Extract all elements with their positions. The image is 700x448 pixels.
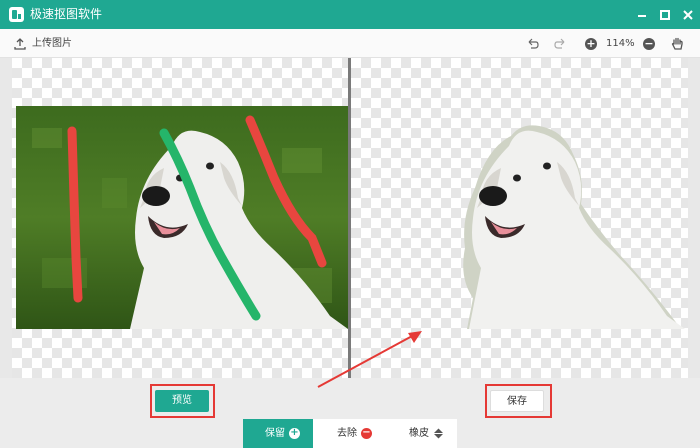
zoom-in-button[interactable]: +: [585, 38, 597, 50]
brush-mode-bar: 保留 + 去除 − 橡皮: [243, 419, 457, 448]
mode-eraser-button[interactable]: 橡皮: [385, 419, 457, 448]
plus-icon: +: [586, 37, 596, 50]
upload-label: 上传图片: [32, 38, 72, 49]
mode-keep-label: 保留: [265, 428, 285, 439]
minimize-button[interactable]: [632, 5, 652, 25]
original-image[interactable]: [12, 58, 349, 378]
undo-icon[interactable]: [526, 38, 539, 50]
close-button[interactable]: [678, 5, 698, 25]
upload-button[interactable]: 上传图片: [10, 29, 80, 58]
mode-keep-button[interactable]: 保留 +: [243, 419, 313, 448]
upload-icon: [14, 38, 26, 50]
mode-remove-button[interactable]: 去除 −: [313, 419, 385, 448]
app-logo-icon: [9, 7, 24, 22]
window-title: 极速抠图软件: [30, 7, 103, 21]
minus-icon: −: [644, 37, 654, 50]
mode-eraser-label: 橡皮: [409, 428, 429, 439]
zoom-out-button[interactable]: −: [643, 38, 655, 50]
annotation-arrow: [317, 331, 422, 388]
redo-icon[interactable]: [554, 38, 567, 50]
hand-icon[interactable]: [671, 37, 684, 51]
close-icon: [683, 10, 693, 20]
toolbar: 上传图片 + 114% −: [0, 29, 700, 58]
eraser-icon: [433, 428, 444, 439]
minimize-icon: [638, 15, 646, 17]
maximize-button[interactable]: [655, 5, 675, 25]
minus-circle-icon: −: [361, 427, 372, 439]
title-bar: 极速抠图软件: [0, 0, 700, 29]
zoom-level: 114%: [606, 38, 635, 49]
save-button[interactable]: 保存: [490, 390, 544, 412]
original-image-panel[interactable]: [12, 58, 349, 378]
mode-remove-label: 去除: [337, 428, 357, 439]
preview-button[interactable]: 预览: [155, 390, 209, 412]
maximize-icon: [660, 10, 670, 20]
plus-circle-icon: +: [289, 427, 300, 439]
